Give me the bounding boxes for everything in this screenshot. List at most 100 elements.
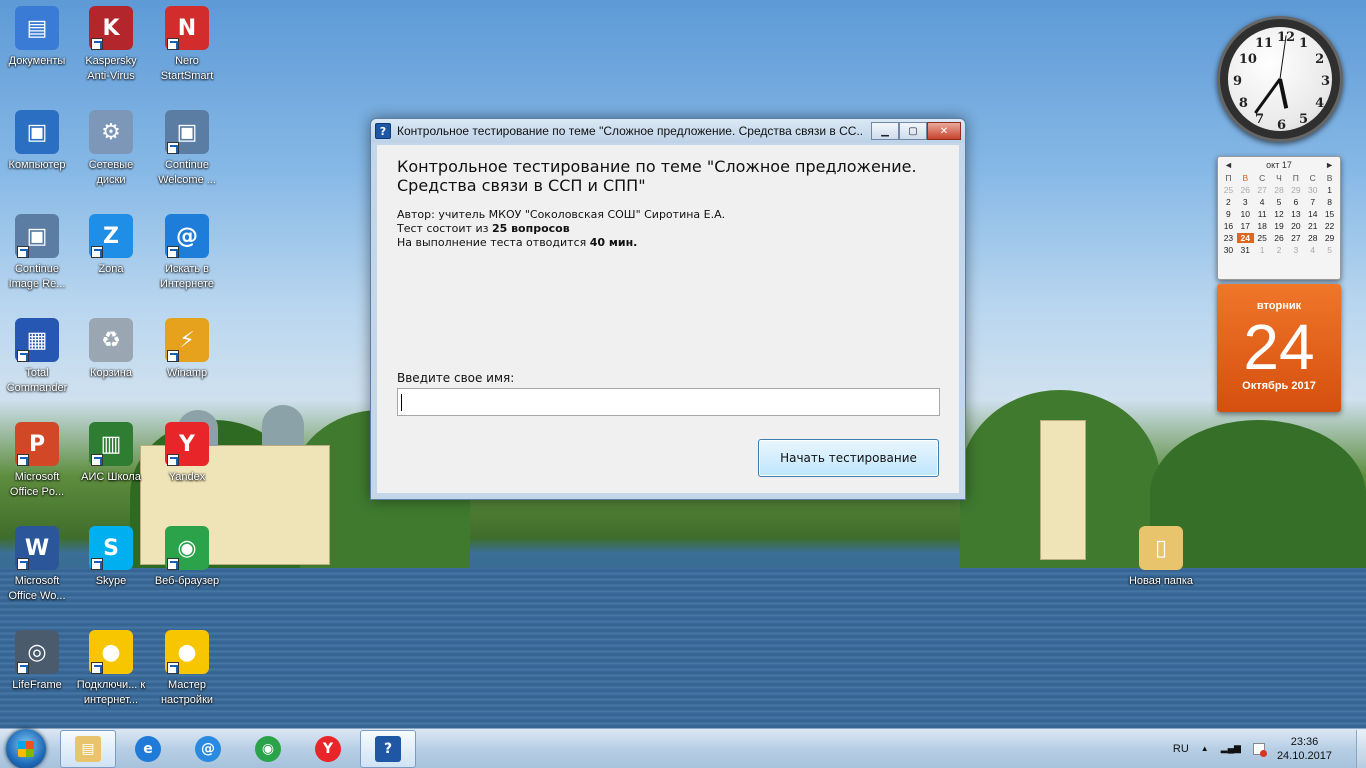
calendar-day[interactable]: 31 (1237, 245, 1254, 255)
calendar-day[interactable]: 25 (1220, 185, 1237, 195)
time-limit: 40 мин. (589, 236, 638, 249)
calendar-day[interactable]: 26 (1237, 185, 1254, 195)
calendar-day[interactable]: 30 (1304, 185, 1321, 195)
calendar-day[interactable]: 21 (1304, 221, 1321, 231)
clock-number: 5 (1299, 112, 1309, 128)
desktop-icon[interactable]: ◎ LifeFrame (0, 630, 74, 693)
calendar-day[interactable]: 29 (1287, 185, 1304, 195)
minimize-button[interactable]: ▁ (871, 122, 899, 140)
desktop-icon[interactable]: ● Подключи... к интернет... (74, 630, 148, 708)
name-input[interactable] (397, 388, 940, 416)
desktop-icon[interactable]: ▥ АИС Школа (74, 422, 148, 485)
calendar-day[interactable]: 29 (1321, 233, 1338, 243)
calendar-day[interactable]: 23 (1220, 233, 1237, 243)
desktop-icon[interactable]: ● Мастер настройки (150, 630, 224, 708)
desktop-icon[interactable]: Y Yandex (150, 422, 224, 485)
desktop-icon-label: Nero StartSmart (160, 55, 214, 82)
app-glyph: ▤ (26, 15, 48, 41)
calendar-day[interactable]: 1 (1254, 245, 1271, 255)
calendar-day[interactable]: 13 (1287, 209, 1304, 219)
calendar-day[interactable]: 5 (1271, 197, 1288, 207)
desktop-icon-label: Continue Welcome ... (158, 159, 216, 186)
desktop-icon[interactable]: N Nero StartSmart (150, 6, 224, 84)
calendar-day[interactable]: 25 (1254, 233, 1271, 243)
calendar-day[interactable]: 2 (1220, 197, 1237, 207)
app-icon: ● (165, 630, 209, 674)
calendar-day[interactable]: 6 (1287, 197, 1304, 207)
calendar-day[interactable]: 27 (1254, 185, 1271, 195)
calendar-day[interactable]: 7 (1304, 197, 1321, 207)
calendar-day[interactable]: 2 (1271, 245, 1288, 255)
show-desktop-button[interactable] (1356, 729, 1366, 768)
calendar-day[interactable]: 3 (1287, 245, 1304, 255)
desktop-icon[interactable]: Z Zona (74, 214, 148, 277)
language-indicator[interactable]: RU (1173, 743, 1189, 755)
calendar-day[interactable]: 16 (1220, 221, 1237, 231)
desktop-icon[interactable]: ▣ Компьютер (0, 110, 74, 173)
calendar-day[interactable]: 18 (1254, 221, 1271, 231)
taskbar-item-ie[interactable]: e (120, 730, 176, 768)
calendar-prev-icon[interactable]: ◄ (1224, 160, 1233, 170)
taskbar-item-chrome[interactable]: ◉ (240, 730, 296, 768)
desktop-icon[interactable]: @ Искать в Интернете (150, 214, 224, 292)
calendar-day[interactable]: 15 (1321, 209, 1338, 219)
calendar-day[interactable]: 10 (1237, 209, 1254, 219)
calendar-day[interactable]: 27 (1287, 233, 1304, 243)
taskbar-item-mail[interactable]: @ (180, 730, 236, 768)
calendar-day[interactable]: 19 (1271, 221, 1288, 231)
close-button[interactable]: ✕ (927, 122, 961, 140)
calendar-day[interactable]: 24 (1236, 233, 1254, 243)
desktop-icon[interactable]: ▦ Total Commander (0, 318, 74, 396)
desktop-icon[interactable]: ⚡ Winamp (150, 318, 224, 381)
shortcut-arrow-icon (17, 662, 29, 674)
questions-count: 25 вопросов (491, 222, 570, 235)
desktop-icon-label: Документы (8, 55, 66, 67)
calendar-day[interactable]: 8 (1321, 197, 1338, 207)
calendar-day[interactable]: 9 (1220, 209, 1237, 219)
taskbar-clock[interactable]: 23:36 24.10.2017 (1277, 735, 1332, 763)
start-button[interactable] (6, 728, 46, 768)
calendar-day-page[interactable]: вторник 24 Октябрь 2017 (1217, 284, 1341, 412)
taskbar-item-explorer[interactable]: ▤ (60, 729, 116, 768)
network-signal-icon[interactable]: ▂▄▆ (1221, 743, 1241, 754)
calendar-day[interactable]: 20 (1287, 221, 1304, 231)
window-titlebar[interactable]: ? Контрольное тестирование по теме "Слож… (371, 119, 965, 143)
desktop-icon[interactable]: ⚙ Сетевые диски (74, 110, 148, 188)
desktop-icon[interactable]: ▣ Continue Welcome ... (150, 110, 224, 188)
desktop-icon[interactable]: ♻ Корзина (74, 318, 148, 381)
calendar-day[interactable]: 17 (1237, 221, 1254, 231)
calendar-day[interactable]: 22 (1321, 221, 1338, 231)
taskbar-item-test-app[interactable]: ? (360, 729, 416, 768)
maximize-button[interactable]: ▢ (899, 122, 927, 140)
tray-expand-icon[interactable]: ▲ (1201, 744, 1209, 753)
desktop-icon[interactable]: ▤ Документы (0, 6, 74, 69)
taskbar-item-yandex[interactable]: Y (300, 730, 356, 768)
calendar-day[interactable]: 11 (1254, 209, 1271, 219)
calendar-gadget[interactable]: ◄ окт 17 ► П В С Ч П С В 25 26 27 28 29 30 1 2 3 4 5 6 7 8 9 1… (1217, 156, 1341, 280)
desktop-icon[interactable]: K Kaspersky Anti-Virus (74, 6, 148, 84)
calendar-day[interactable]: 1 (1321, 185, 1338, 195)
calendar-day[interactable]: 28 (1304, 233, 1321, 243)
calendar-header: ◄ окт 17 ► (1218, 157, 1340, 173)
action-center-icon[interactable] (1252, 742, 1267, 757)
clock-number: 11 (1255, 35, 1274, 51)
desktop-icon[interactable]: W Microsoft Office Wo... (0, 526, 74, 604)
calendar-day[interactable]: 4 (1304, 245, 1321, 255)
start-test-button[interactable]: Начать тестирование (758, 439, 939, 477)
desktop-icon[interactable]: ▣ Continue Image Re... (0, 214, 74, 292)
calendar-day[interactable]: 14 (1304, 209, 1321, 219)
calendar-next-icon[interactable]: ► (1325, 160, 1334, 170)
desktop-icon-new-folder[interactable]: ▯ Новая папка (1124, 526, 1198, 589)
calendar-day[interactable]: 4 (1254, 197, 1271, 207)
desktop-icon[interactable]: S Skype (74, 526, 148, 589)
calendar-day[interactable]: 5 (1321, 245, 1338, 255)
shortcut-arrow-icon (17, 350, 29, 362)
calendar-day[interactable]: 30 (1220, 245, 1237, 255)
calendar-day[interactable]: 3 (1237, 197, 1254, 207)
clock-gadget[interactable]: 121234567891011 (1217, 16, 1343, 142)
calendar-day[interactable]: 26 (1271, 233, 1288, 243)
calendar-day[interactable]: 28 (1271, 185, 1288, 195)
desktop-icon[interactable]: P Microsoft Office Po... (0, 422, 74, 500)
calendar-day[interactable]: 12 (1271, 209, 1288, 219)
desktop-icon[interactable]: ◉ Веб-браузер (150, 526, 224, 589)
